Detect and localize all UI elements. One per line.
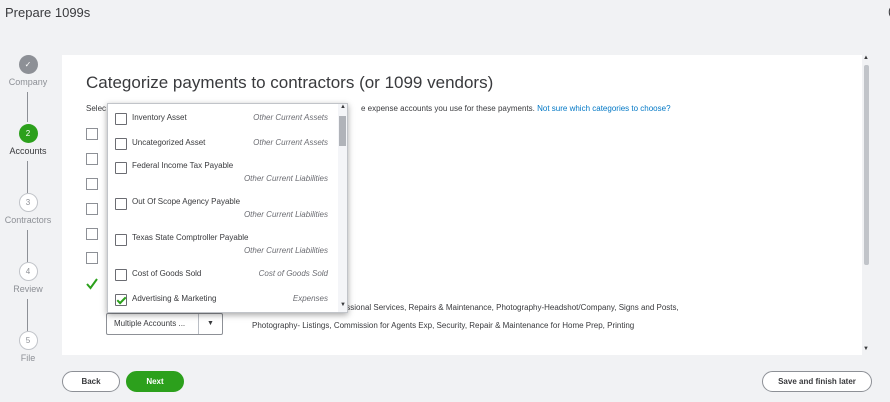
option-type: Expenses <box>292 294 328 303</box>
step-accounts[interactable]: 2 Accounts <box>0 124 56 156</box>
option-name: Uncategorized Asset <box>132 138 206 147</box>
scrollbar-thumb[interactable] <box>339 116 346 146</box>
option-name: Texas State Comptroller Payable <box>132 233 249 242</box>
dropdown-scrollbar[interactable]: ▲ ▼ <box>338 104 347 312</box>
option-type: Other Current Liabilities <box>243 174 328 183</box>
scrollbar-thumb[interactable] <box>864 65 869 265</box>
step-number: 5 <box>18 331 38 350</box>
step-connector <box>27 230 28 262</box>
step-company[interactable]: ✓ Company <box>0 55 56 87</box>
option-type: Other Current Liabilities <box>243 210 328 219</box>
step-review[interactable]: 4 Review <box>0 262 56 294</box>
option-checkbox[interactable] <box>115 198 127 210</box>
checkmark-icon <box>86 278 98 290</box>
dropdown-option[interactable]: Uncategorized Asset Other Current Assets <box>108 135 338 155</box>
option-checkbox-checked[interactable] <box>115 294 127 306</box>
top-bar: Prepare 1099s ( <box>0 0 890 30</box>
option-type: Other Current Assets <box>253 113 328 122</box>
option-type: Other Current Liabilities <box>243 246 328 255</box>
option-checkbox[interactable] <box>115 269 127 281</box>
scroll-down-icon[interactable]: ▼ <box>863 346 869 352</box>
step-connector <box>27 92 28 122</box>
step-label: Contractors <box>4 215 52 225</box>
dropdown-option[interactable]: Cost of Goods Sold Cost of Goods Sold <box>108 266 338 286</box>
category-checkbox-checked[interactable] <box>86 277 98 290</box>
accounts-dropdown-list: Inventory Asset Other Current Assets Unc… <box>107 103 348 313</box>
help-link[interactable]: Not sure which categories to choose? <box>537 104 670 113</box>
option-name: Cost of Goods Sold <box>132 269 202 278</box>
step-label: Accounts <box>9 146 47 156</box>
step-number: 3 <box>18 193 38 212</box>
option-type: Cost of Goods Sold <box>258 269 328 278</box>
step-number: 4 <box>18 262 38 281</box>
step-connector <box>27 161 28 193</box>
category-checkbox[interactable] <box>86 252 98 264</box>
scroll-up-icon[interactable]: ▲ <box>863 55 869 61</box>
option-type: Other Current Assets <box>253 138 328 147</box>
page-title: Prepare 1099s <box>5 5 91 20</box>
category-checkbox[interactable] <box>86 228 98 240</box>
step-complete-check-icon: ✓ <box>18 55 38 74</box>
option-checkbox[interactable] <box>115 113 127 125</box>
step-file[interactable]: 5 File <box>0 331 56 363</box>
category-checkbox[interactable] <box>86 203 98 215</box>
option-name: Inventory Asset <box>132 113 187 122</box>
dropdown-arrow-icon[interactable]: ▼ <box>198 314 222 334</box>
step-number: 2 <box>18 124 38 143</box>
option-name: Out Of Scope Agency Payable <box>132 197 241 206</box>
category-checkbox[interactable] <box>86 153 98 165</box>
scroll-down-icon[interactable]: ▼ <box>340 302 346 308</box>
category-checkbox[interactable] <box>86 178 98 190</box>
intro-text-end: e expense accounts you use for these pay… <box>361 104 535 113</box>
option-name: Advertising & Marketing <box>132 294 217 303</box>
dropdown-option[interactable]: Texas State Comptroller Payable Other Cu… <box>108 231 338 261</box>
dropdown-option-selected[interactable]: Advertising & Marketing Expenses <box>108 291 338 311</box>
accounts-multiselect[interactable]: Multiple Accounts ... ▼ <box>106 313 223 335</box>
save-and-finish-later-button[interactable]: Save and finish later <box>762 371 872 392</box>
step-label: File <box>20 353 36 363</box>
option-checkbox[interactable] <box>115 162 127 174</box>
progress-stepper: ✓ Company 2 Accounts 3 Contractors 4 Rev… <box>0 50 56 370</box>
dropdown-option[interactable]: Out Of Scope Agency Payable Other Curren… <box>108 195 338 225</box>
back-button[interactable]: Back <box>62 371 120 392</box>
dropdown-option[interactable]: Inventory Asset Other Current Assets <box>108 110 338 130</box>
step-contractors[interactable]: 3 Contractors <box>0 193 56 225</box>
option-name: Federal Income Tax Payable <box>132 161 234 170</box>
scroll-up-icon[interactable]: ▲ <box>340 104 346 110</box>
dropdown-option[interactable]: Federal Income Tax Payable Other Current… <box>108 159 338 189</box>
option-checkbox[interactable] <box>115 234 127 246</box>
section-heading: Categorize payments to contractors (or 1… <box>86 73 494 92</box>
step-label: Company <box>8 77 48 87</box>
option-checkbox[interactable] <box>115 138 127 150</box>
category-checkbox[interactable] <box>86 128 98 140</box>
step-label: Review <box>13 284 43 294</box>
multiselect-value: Multiple Accounts ... <box>114 319 186 328</box>
step-connector <box>27 299 28 331</box>
next-button[interactable]: Next <box>126 371 184 392</box>
page-scrollbar[interactable]: ▲ ▼ <box>862 55 871 355</box>
